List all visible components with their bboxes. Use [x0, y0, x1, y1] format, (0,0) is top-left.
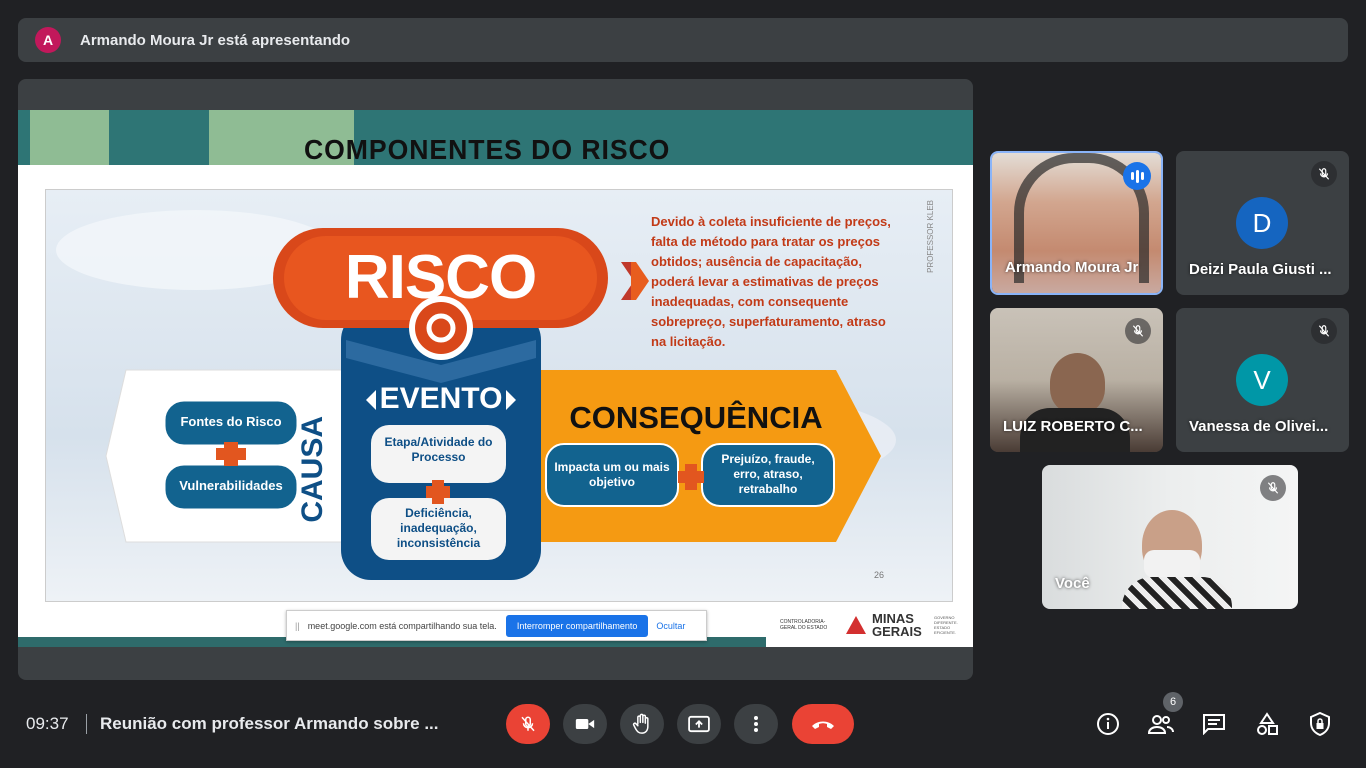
- people-count-badge: 6: [1163, 692, 1183, 712]
- participant-name: Armando Moura Jr: [1005, 259, 1139, 276]
- participant-tile-armando[interactable]: Armando Moura Jr: [990, 151, 1163, 295]
- present-icon: [688, 715, 710, 733]
- people-icon: [1148, 715, 1174, 734]
- camera-icon: [575, 719, 595, 729]
- presenter-avatar: A: [35, 27, 61, 53]
- shirt-shape: [1122, 577, 1232, 609]
- more-options-button[interactable]: [734, 704, 778, 744]
- mic-muted-icon: [1311, 161, 1337, 187]
- shapes-icon: [1257, 712, 1278, 735]
- bottom-control-bar: 09:37 Reunião com professor Armando sobr…: [0, 680, 1366, 768]
- leave-call-button[interactable]: [792, 704, 854, 744]
- drag-handle-icon[interactable]: ||: [295, 621, 300, 631]
- participant-tile-luiz[interactable]: LUIZ ROBERTO C...: [990, 308, 1163, 452]
- participant-tile-deizi[interactable]: D Deizi Paula Giusti ...: [1176, 151, 1349, 295]
- participant-name: Vanessa de Olivei...: [1189, 418, 1329, 435]
- participant-avatar: D: [1236, 197, 1288, 249]
- prejuizo-label: Prejuízo, fraude, erro, atraso, retrabal…: [721, 452, 815, 496]
- etapa-label: Etapa/Atividade do Processo: [384, 435, 493, 464]
- camera-toggle-button[interactable]: [563, 704, 607, 744]
- risk-description: Devido à coleta insuficiente de preços, …: [651, 214, 891, 349]
- shared-slide: COMPONENTES DO RISCO RISCO Devido à cole…: [18, 110, 973, 647]
- fontes-label: Fontes do Risco: [180, 414, 282, 429]
- participant-tile-self[interactable]: Você: [1042, 465, 1298, 609]
- share-message: meet.google.com está compartilhando sua …: [307, 620, 497, 631]
- activities-button[interactable]: [1253, 710, 1281, 738]
- presentation-stage: COMPONENTES DO RISCO RISCO Devido à cole…: [18, 79, 973, 680]
- risk-diagram: RISCO Devido à coleta insuficiente de pr…: [45, 189, 953, 602]
- slide-title: COMPONENTES DO RISCO: [304, 134, 671, 165]
- risco-label: RISCO: [344, 243, 537, 312]
- microphone-toggle-button[interactable]: [506, 704, 550, 744]
- chat-button[interactable]: [1200, 710, 1228, 738]
- raise-hand-button[interactable]: [620, 704, 664, 744]
- participant-name: Você: [1055, 575, 1090, 592]
- info-icon: [1097, 713, 1119, 735]
- mic-muted-icon: [1260, 475, 1286, 501]
- slide-page-number: 26: [874, 570, 885, 580]
- host-controls-button[interactable]: [1306, 710, 1334, 738]
- mic-off-icon: [521, 716, 535, 732]
- clock: 09:37: [26, 714, 69, 733]
- meeting-title[interactable]: Reunião com professor Armando sobre ...: [100, 714, 439, 734]
- evento-label: EVENTO: [379, 382, 503, 415]
- vertical-label: PROFESSOR KLEB: [926, 200, 935, 273]
- present-screen-button[interactable]: [677, 704, 721, 744]
- presenting-banner: A Armando Moura Jr está apresentando: [18, 18, 1348, 62]
- vulnerabilidades-label: Vulnerabilidades: [179, 478, 283, 493]
- hand-icon: [632, 713, 649, 734]
- minas-gerais-logo: CONTROLADORIA-GERAL DO ESTADO MINAS GERA…: [780, 611, 958, 639]
- people-button[interactable]: [1147, 710, 1175, 738]
- mic-muted-icon: [1311, 318, 1337, 344]
- meeting-details-button[interactable]: [1094, 710, 1122, 738]
- hide-notification-button[interactable]: Ocultar: [656, 621, 685, 631]
- person-shape: [1050, 353, 1105, 413]
- participant-name: LUIZ ROBERTO C...: [1003, 418, 1143, 435]
- participant-avatar: V: [1236, 354, 1288, 406]
- consequencia-label: CONSEQUÊNCIA: [569, 400, 823, 435]
- presenting-text: Armando Moura Jr está apresentando: [80, 31, 351, 49]
- screen-share-notification: || meet.google.com está compartilhando s…: [286, 610, 707, 641]
- stop-sharing-button[interactable]: Interromper compartilhamento: [505, 614, 649, 637]
- mic-muted-icon: [1125, 318, 1151, 344]
- divider: [86, 714, 87, 734]
- causa-label: CAUSA: [296, 416, 329, 523]
- shield-lock-icon: [1310, 712, 1330, 736]
- mask-shape: [1144, 550, 1200, 578]
- speaking-indicator-icon: [1123, 162, 1151, 190]
- hangup-icon: [812, 721, 834, 729]
- more-vert-icon: [754, 716, 758, 732]
- impacta-label: Impacta um ou mais objetivo: [554, 460, 670, 489]
- participant-tile-vanessa[interactable]: V Vanessa de Olivei...: [1176, 308, 1349, 452]
- chat-icon: [1203, 714, 1225, 735]
- participant-name: Deizi Paula Giusti ...: [1189, 261, 1332, 278]
- deficiencia-label: Deficiência, inadequação, inconsistência: [396, 506, 481, 550]
